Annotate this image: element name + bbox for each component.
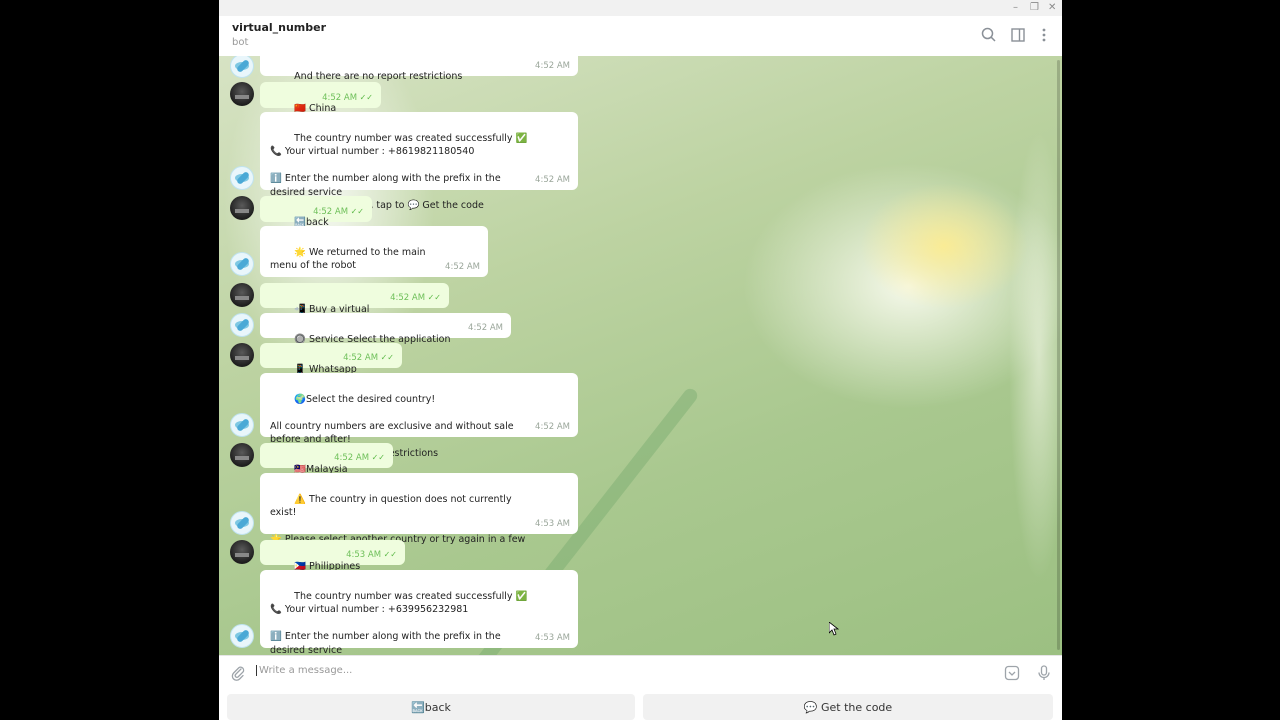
minimize-button[interactable]: –	[1013, 1, 1018, 15]
message-bubble: 🌟 We returned to the main menu of the ro…	[260, 226, 488, 298]
title-bar: – ❐ ✕	[219, 0, 1062, 16]
bot-avatar[interactable]	[230, 313, 254, 337]
message-time: 4:52 AM	[390, 291, 441, 306]
user-avatar[interactable]	[230, 443, 254, 467]
chat-subtitle: bot	[232, 37, 249, 48]
search-icon[interactable]	[979, 25, 999, 45]
message-time: 4:53 AM	[535, 632, 570, 643]
message-bubble: 🇵🇭 Philippines 4:53 AM	[260, 540, 405, 572]
message-bubble: The country number was created successfu…	[260, 570, 578, 655]
bot-avatar[interactable]	[230, 252, 254, 276]
restore-button[interactable]: ❐	[1030, 1, 1039, 15]
bot-avatar[interactable]	[230, 56, 254, 78]
user-avatar[interactable]	[230, 283, 254, 307]
message-time: 4:52 AM	[535, 60, 570, 71]
chat-header: virtual_number bot	[219, 16, 1062, 57]
message-time: 4:52 AM	[535, 421, 570, 432]
message-bubble: And there are no report restrictions 4:5…	[260, 56, 578, 82]
bot-avatar[interactable]	[230, 624, 254, 648]
close-button[interactable]: ✕	[1048, 1, 1056, 15]
message-time: 4:53 AM	[535, 518, 570, 529]
message-composer: Write a message...	[219, 655, 1062, 690]
sidebar-toggle-icon[interactable]	[1008, 25, 1028, 45]
message-text: The country number was created successfu…	[270, 590, 528, 656]
keyboard-get-code-button[interactable]: 💬 Get the code	[643, 694, 1053, 720]
bot-avatar[interactable]	[230, 511, 254, 535]
message-time: 4:52 AM	[343, 351, 394, 366]
message-time: 4:52 AM	[535, 174, 570, 185]
message-bubble: 🇨🇳 China 4:52 AM	[260, 82, 381, 114]
message-time: 4:52 AM	[334, 451, 385, 466]
bot-avatar[interactable]	[230, 413, 254, 437]
message-bubble: 📲 Buy a virtual number 4:52 AM	[260, 283, 449, 328]
user-avatar[interactable]	[230, 540, 254, 564]
message-bubble: 🇲🇾Malaysia 4:52 AM	[260, 443, 393, 475]
message-input[interactable]: Write a message...	[256, 665, 959, 676]
scrollbar[interactable]	[1057, 60, 1060, 650]
keyboard-back-button[interactable]: 🔙back	[227, 694, 635, 720]
chat-title[interactable]: virtual_number	[232, 21, 326, 34]
message-time: 4:52 AM	[445, 261, 480, 272]
message-time: 4:52 AM	[322, 91, 373, 106]
telegram-window: – ❐ ✕ virtual_number bot And there are n…	[219, 0, 1062, 720]
message-time: 4:52 AM	[313, 205, 364, 220]
microphone-icon[interactable]	[1035, 664, 1053, 682]
message-bubble: 📱 Whatsapp 4:52 AM	[260, 343, 402, 375]
message-bubble: The country number was created successfu…	[260, 112, 578, 211]
message-list[interactable]: And there are no report restrictions 4:5…	[219, 56, 1062, 655]
attach-icon[interactable]	[230, 665, 246, 685]
mouse-cursor	[828, 621, 840, 640]
bot-avatar[interactable]	[230, 166, 254, 190]
message-bubble: 🔘 Service Select the application you wan…	[260, 313, 511, 358]
more-options-icon[interactable]	[1034, 25, 1054, 45]
message-time: 4:53 AM	[346, 548, 397, 563]
user-avatar[interactable]	[230, 82, 254, 106]
user-avatar[interactable]	[230, 343, 254, 367]
message-bubble: ⚠️ The country in question does not curr…	[260, 473, 578, 559]
message-bubble: 🌍Select the desired country! All country…	[260, 373, 578, 459]
message-text: And there are no report restrictions	[294, 70, 463, 82]
message-bubble: 🔙back 4:52 AM	[260, 196, 372, 228]
message-time: 4:52 AM	[468, 322, 503, 333]
reply-keyboard: 🔙back 💬 Get the code	[219, 689, 1062, 720]
user-avatar[interactable]	[230, 196, 254, 220]
bot-commands-icon[interactable]	[1003, 664, 1021, 682]
